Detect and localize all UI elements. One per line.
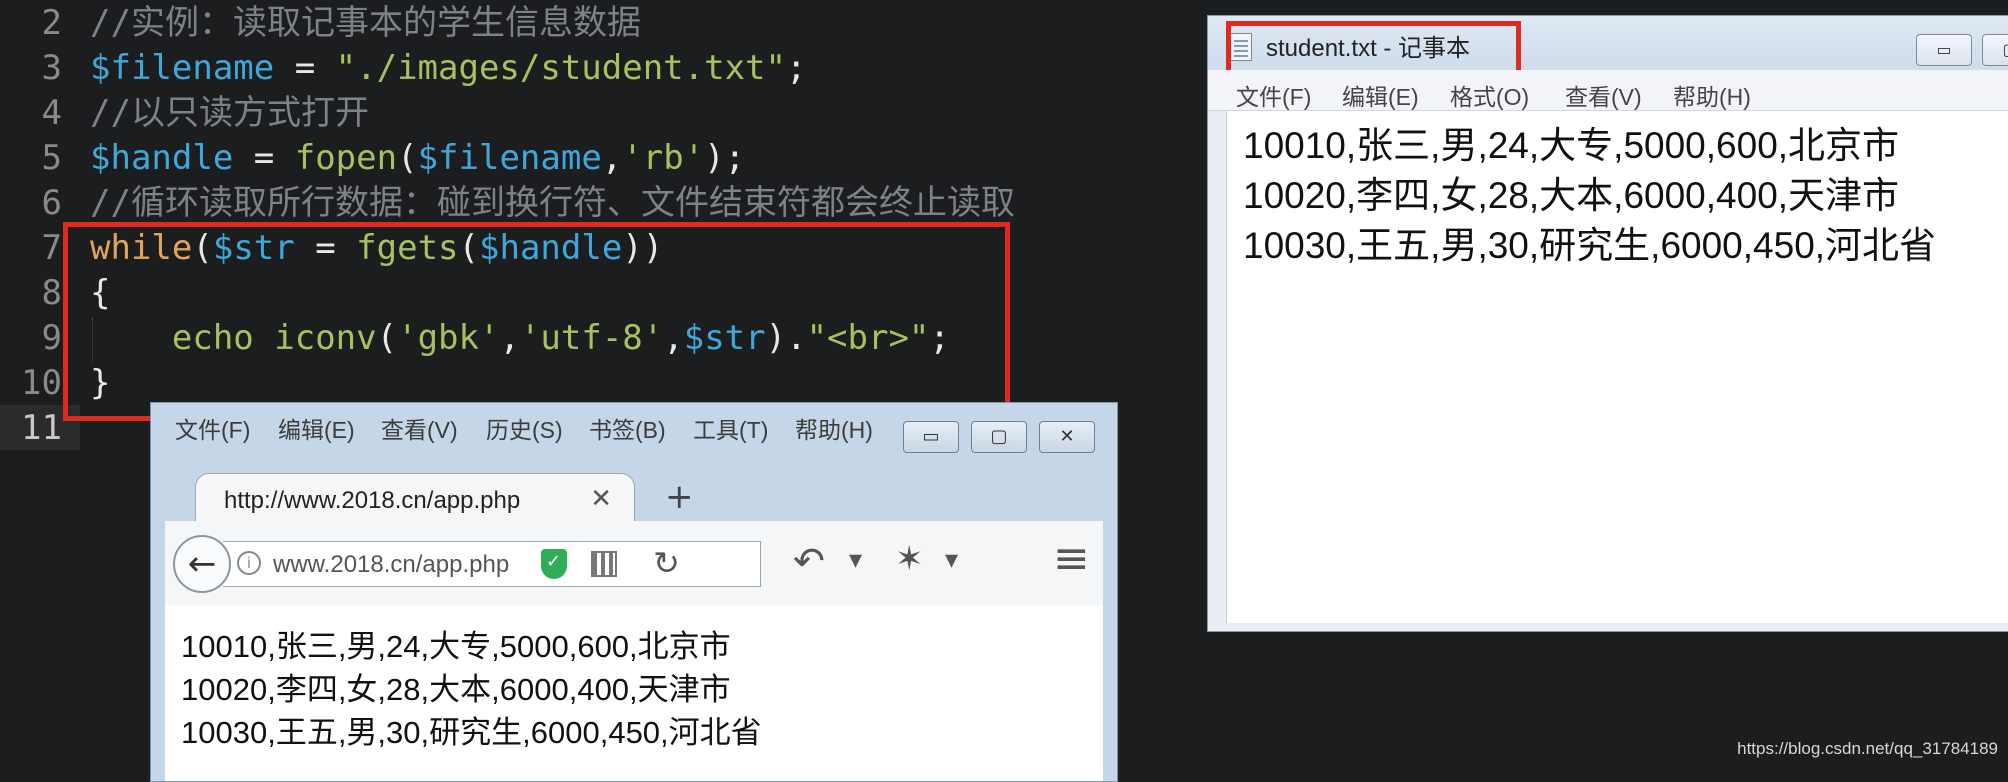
browser-menu-tools[interactable]: 工具(T) <box>693 411 768 445</box>
code-token: fopen <box>294 138 398 178</box>
code-line: 4 //以只读方式打开 <box>0 91 369 136</box>
code-token: $handle <box>90 138 234 178</box>
tab-title: http://www.2018.cn/app.php <box>224 487 521 514</box>
code-line: 6 //循环读取所行数据：碰到换行符、文件结束符都会终止读取 <box>0 181 1015 226</box>
code-token: $filename <box>90 48 275 88</box>
maximize-button[interactable]: ▢ <box>1982 34 2008 66</box>
notepad-text: 10010,张三,男,24,大专,5000,600,北京市 10020,李四,女… <box>1243 125 1937 266</box>
line-number: 6 <box>41 183 62 223</box>
line-number: 2 <box>41 3 62 43</box>
code-line: 5 $handle = fopen($filename,'rb'); <box>0 136 746 181</box>
menu-view[interactable]: 查看(V) <box>1565 78 1642 112</box>
code-token: ( <box>397 138 418 178</box>
addon-icon[interactable]: ✶ <box>895 539 924 579</box>
code-token: = <box>274 48 336 88</box>
undo-dropdown-icon[interactable]: ▾ <box>849 545 862 575</box>
reload-icon[interactable]: ↻ <box>653 544 680 582</box>
browser-close-button[interactable]: ✕ <box>1039 421 1095 453</box>
browser-menu-view[interactable]: 查看(V) <box>381 411 458 445</box>
code-token: $filename <box>417 138 602 178</box>
code-line: 2 //实例：读取记事本的学生信息数据 <box>0 1 641 46</box>
back-button[interactable]: ← <box>173 535 231 593</box>
browser-tab-strip: http://www.2018.cn/app.php ✕ + <box>165 467 1103 525</box>
browser-menu-history[interactable]: 历史(S) <box>486 411 563 445</box>
tab-close-icon[interactable]: ✕ <box>590 484 612 514</box>
code-token: //实例：读取记事本的学生信息数据 <box>90 3 641 43</box>
notepad-title-highlight-box <box>1226 21 1521 77</box>
menu-edit[interactable]: 编辑(E) <box>1342 78 1419 112</box>
browser-window: 文件(F) 编辑(E) 查看(V) 历史(S) 书签(B) 工具(T) 帮助(H… <box>150 402 1118 782</box>
browser-menu-bookmarks[interactable]: 书签(B) <box>589 411 666 445</box>
browser-menu-edit[interactable]: 编辑(E) <box>278 411 355 445</box>
menu-help[interactable]: 帮助(H) <box>1673 78 1751 112</box>
notepad-menubar: 文件(F) 编辑(E) 格式(O) 查看(V) 帮助(H) <box>1208 70 2008 111</box>
addon-dropdown-icon[interactable]: ▾ <box>945 545 958 575</box>
menu-file[interactable]: 文件(F) <box>1236 78 1311 112</box>
code-token: //循环读取所行数据：碰到换行符、文件结束符都会终止读取 <box>90 183 1015 223</box>
code-token: "./images/student.txt" <box>335 48 786 88</box>
security-shield-icon[interactable] <box>541 549 567 579</box>
code-token: 'rb' <box>622 138 705 178</box>
code-token: ; <box>786 48 807 88</box>
browser-maximize-button[interactable]: ▢ <box>971 421 1027 453</box>
notepad-window: student.txt - 记事本 ▭ ▢ 文件(F) 编辑(E) 格式(O) … <box>1207 15 2008 632</box>
qr-code-icon[interactable] <box>591 551 617 577</box>
page-output-text: 10010,张三,男,24,大专,5000,600,北京市 10020,李四,女… <box>181 629 762 750</box>
undo-icon[interactable]: ↶ <box>793 539 825 583</box>
browser-tab[interactable]: http://www.2018.cn/app.php ✕ <box>195 473 635 525</box>
browser-page-content: 10010,张三,男,24,大专,5000,600,北京市 10020,李四,女… <box>165 605 1103 781</box>
url-text[interactable]: www.2018.cn/app.php <box>273 551 523 579</box>
new-tab-button[interactable]: + <box>665 477 694 517</box>
code-token: //以只读方式打开 <box>90 93 369 133</box>
line-number: 3 <box>41 48 62 88</box>
minimize-button[interactable]: ▭ <box>1916 34 1972 66</box>
line-number: 5 <box>41 138 62 178</box>
line-number: 4 <box>41 93 62 133</box>
code-line: 3 $filename = "./images/student.txt"; <box>0 46 807 91</box>
watermark: https://blog.csdn.net/qq_31784189 <box>1737 739 1998 758</box>
browser-menu-file[interactable]: 文件(F) <box>175 411 250 445</box>
code-token: = <box>233 138 295 178</box>
code-token: ); <box>704 138 746 178</box>
hamburger-menu-icon[interactable]: ≡ <box>1053 533 1090 584</box>
browser-minimize-button[interactable]: ▭ <box>903 421 959 453</box>
info-icon[interactable]: i <box>237 551 261 575</box>
while-loop-highlight-box <box>63 222 1010 421</box>
browser-toolbar: i www.2018.cn/app.php ↻ ← ↶ ▾ ✶ ▾ ≡ <box>165 521 1103 606</box>
url-bar[interactable]: i www.2018.cn/app.php ↻ <box>223 541 761 587</box>
code-token: , <box>601 138 623 178</box>
menu-format[interactable]: 格式(O) <box>1450 78 1529 112</box>
browser-menu-help[interactable]: 帮助(H) <box>795 411 873 445</box>
notepad-text-area[interactable]: 10010,张三,男,24,大专,5000,600,北京市 10020,李四,女… <box>1226 111 2008 623</box>
